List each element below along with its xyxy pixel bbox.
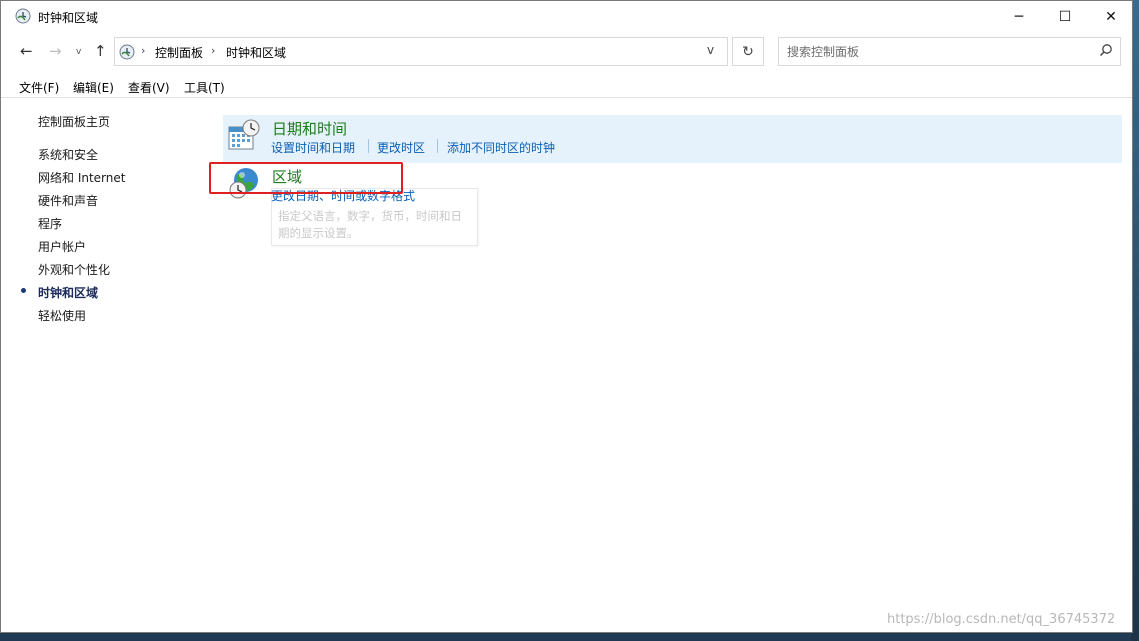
- address-bar[interactable]: › 控制面板 › 时钟和区域 v: [114, 37, 728, 66]
- control-panel-window: 时钟和区域 ─ ☐ ✕ ← → v ↑ › 控制面板 › 时钟和区域 v ↻ 搜…: [0, 0, 1133, 633]
- search-icon[interactable]: [1099, 43, 1113, 57]
- refresh-button[interactable]: ↻: [732, 37, 764, 66]
- recent-locations-button[interactable]: v: [76, 47, 81, 57]
- forward-button[interactable]: →: [49, 42, 62, 60]
- chevron-down-icon[interactable]: v: [707, 43, 714, 57]
- control-panel-icon: [119, 44, 135, 60]
- maximize-icon: ☐: [1058, 8, 1072, 25]
- close-icon: ✕: [1105, 8, 1117, 25]
- link-change-timezone[interactable]: 更改时区: [377, 139, 425, 156]
- sidebar-item-network-internet[interactable]: 网络和 Internet: [38, 169, 125, 186]
- sidebar-item-ease-of-access[interactable]: 轻松使用: [38, 307, 86, 324]
- up-button[interactable]: ↑: [94, 42, 107, 60]
- window-title: 时钟和区域: [38, 11, 99, 25]
- link-divider: [368, 139, 369, 153]
- menu-bar: 文件(F) 编辑(E) 查看(V) 工具(T): [1, 74, 1132, 98]
- breadcrumb-separator-icon[interactable]: ›: [211, 44, 215, 57]
- navigation-bar: ← → v ↑ › 控制面板 › 时钟和区域 v ↻: [1, 32, 1132, 72]
- sidebar-item-system-security[interactable]: 系统和安全: [38, 146, 98, 163]
- maximize-button[interactable]: ☐: [1042, 1, 1088, 32]
- menu-view[interactable]: 查看(V): [128, 79, 170, 96]
- sidebar-home-link[interactable]: 控制面板主页: [38, 113, 110, 130]
- category-date-time-row[interactable]: [223, 115, 1122, 163]
- menu-tools[interactable]: 工具(T): [184, 79, 225, 96]
- menu-file[interactable]: 文件(F): [19, 79, 59, 96]
- watermark: https://blog.csdn.net/qq_36745372: [887, 612, 1116, 627]
- search-input[interactable]: [787, 43, 1087, 60]
- category-date-time-title[interactable]: 日期和时间: [272, 118, 347, 139]
- link-set-time-date[interactable]: 设置时间和日期: [271, 139, 355, 156]
- sidebar-item-clock-region[interactable]: 时钟和区域: [38, 284, 98, 301]
- link-divider: [437, 139, 438, 153]
- minimize-button[interactable]: ─: [996, 1, 1042, 32]
- tooltip-text: 指定父语言，数字，货币，时间和日期的显示设置。: [278, 209, 462, 240]
- minimize-icon: ─: [1014, 8, 1024, 25]
- close-button[interactable]: ✕: [1088, 1, 1134, 32]
- title-bar: 时钟和区域 ─ ☐ ✕: [1, 1, 1132, 32]
- sidebar-item-user-accounts[interactable]: 用户帐户: [38, 238, 86, 255]
- refresh-icon: ↻: [742, 43, 754, 60]
- calendar-clock-icon[interactable]: [227, 118, 261, 152]
- breadcrumb-separator-icon[interactable]: ›: [141, 44, 145, 57]
- back-button[interactable]: ←: [20, 42, 33, 60]
- highlight-annotation: [209, 162, 403, 194]
- menu-edit[interactable]: 编辑(E): [73, 79, 114, 96]
- current-item-bullet-icon: [21, 288, 26, 293]
- breadcrumb-control-panel[interactable]: 控制面板: [155, 44, 203, 61]
- sidebar-item-programs[interactable]: 程序: [38, 215, 62, 232]
- link-add-clocks[interactable]: 添加不同时区的时钟: [447, 139, 555, 156]
- breadcrumb-clock-region[interactable]: 时钟和区域: [226, 44, 286, 61]
- search-box[interactable]: [778, 37, 1121, 66]
- sidebar-item-hardware-sound[interactable]: 硬件和声音: [38, 192, 98, 209]
- sidebar-item-appearance[interactable]: 外观和个性化: [38, 261, 110, 278]
- clock-region-icon: [15, 8, 31, 24]
